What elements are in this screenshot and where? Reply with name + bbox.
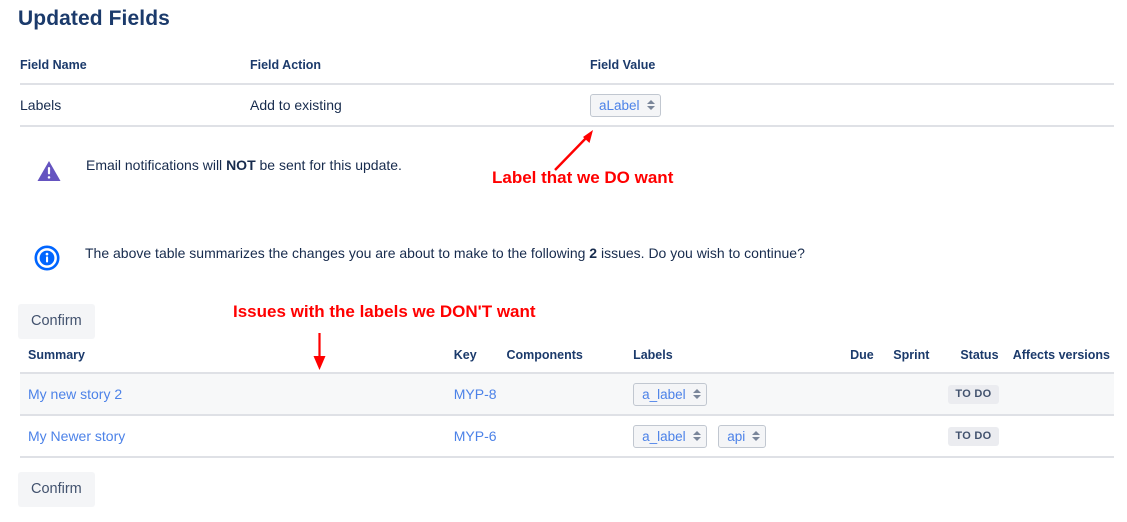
confirm-button-top[interactable]: Confirm xyxy=(18,304,95,339)
page-title: Updated Fields xyxy=(18,7,170,30)
column-header-field-value: Field Value xyxy=(590,58,656,72)
column-header-summary: Summary xyxy=(28,348,85,362)
email-notification-notice: Email notifications will NOT be sent for… xyxy=(36,157,402,181)
warning-text-bold: NOT xyxy=(226,157,256,173)
table-row: My new story 2 MYP-8 a_label TO DO xyxy=(20,374,1114,416)
column-header-due: Due xyxy=(850,348,874,362)
cell-summary: My Newer story xyxy=(20,428,454,444)
column-header-status: Status xyxy=(960,348,999,362)
spinner-icon[interactable] xyxy=(692,389,701,399)
spinner-icon[interactable] xyxy=(692,431,701,441)
label-chip-text: a_label xyxy=(642,386,686,402)
label-chip-a-label[interactable]: a_label xyxy=(633,382,707,406)
cell-key: MYP-6 xyxy=(454,428,507,444)
cell-labels: a_label xyxy=(633,382,824,406)
column-header-components: Components xyxy=(506,348,583,362)
cell-key: MYP-8 xyxy=(454,386,507,402)
cell-status: TO DO xyxy=(931,426,1004,446)
label-chip-text: api xyxy=(727,428,746,444)
column-header-field-name: Field Name xyxy=(20,58,87,72)
fields-table-header-row: Field Name Field Action Field Value xyxy=(20,58,1114,85)
column-header-key: Key xyxy=(453,348,477,362)
table-row: My Newer story MYP-6 a_label api TO DO xyxy=(20,416,1114,458)
label-chip-api[interactable]: api xyxy=(718,424,767,448)
confirm-button-bottom[interactable]: Confirm xyxy=(18,472,95,507)
column-header-sprint: Sprint xyxy=(893,348,930,362)
annotation-arrow-down xyxy=(313,333,326,370)
fields-table-row: Labels Add to existing aLabel xyxy=(20,85,1114,127)
info-circle-icon xyxy=(34,245,60,271)
issue-summary-link[interactable]: My Newer story xyxy=(28,428,125,444)
info-message: The above table summarizes the changes y… xyxy=(85,245,805,261)
annotation-labels-we-dont-want: Issues with the labels we DON'T want xyxy=(233,302,536,321)
issue-key-link[interactable]: MYP-8 xyxy=(454,386,497,402)
warning-message: Email notifications will NOT be sent for… xyxy=(86,157,402,173)
warning-text-after: be sent for this update. xyxy=(255,157,402,173)
cell-summary: My new story 2 xyxy=(20,386,454,402)
column-header-labels: Labels xyxy=(633,348,673,362)
issue-key-link[interactable]: MYP-6 xyxy=(454,428,497,444)
cell-field-value: aLabel xyxy=(590,93,1114,117)
column-header-affects-versions: Affects versions xyxy=(1012,348,1110,362)
label-chip-text: aLabel xyxy=(599,97,640,113)
cell-field-name: Labels xyxy=(20,97,62,113)
status-badge: TO DO xyxy=(948,426,999,446)
info-text-before: The above table summarizes the changes y… xyxy=(85,245,590,261)
annotation-arrow-up-right xyxy=(554,130,593,171)
cell-labels: a_label api xyxy=(633,424,824,448)
cell-status: TO DO xyxy=(931,384,1004,404)
spinner-icon[interactable] xyxy=(646,100,655,110)
label-chip-a-label[interactable]: a_label xyxy=(633,424,707,448)
warning-triangle-icon xyxy=(36,159,62,183)
issues-table: Summary Key Components Labels Due Sprint… xyxy=(20,348,1114,458)
issue-summary-link[interactable]: My new story 2 xyxy=(28,386,122,402)
cell-field-action: Add to existing xyxy=(250,97,342,113)
updated-fields-table: Field Name Field Action Field Value Labe… xyxy=(20,58,1114,127)
spinner-icon[interactable] xyxy=(751,431,761,441)
info-text-after: issues. Do you wish to continue? xyxy=(597,245,805,261)
issues-table-header-row: Summary Key Components Labels Due Sprint… xyxy=(20,348,1114,374)
status-badge: TO DO xyxy=(948,384,999,404)
column-header-field-action: Field Action xyxy=(250,58,322,72)
info-text-bold: 2 xyxy=(589,245,598,261)
warning-text-before: Email notifications will xyxy=(86,157,227,173)
summary-info-notice: The above table summarizes the changes y… xyxy=(34,245,805,271)
label-chip-alabel[interactable]: aLabel xyxy=(590,93,661,117)
label-chip-text: a_label xyxy=(642,428,686,444)
